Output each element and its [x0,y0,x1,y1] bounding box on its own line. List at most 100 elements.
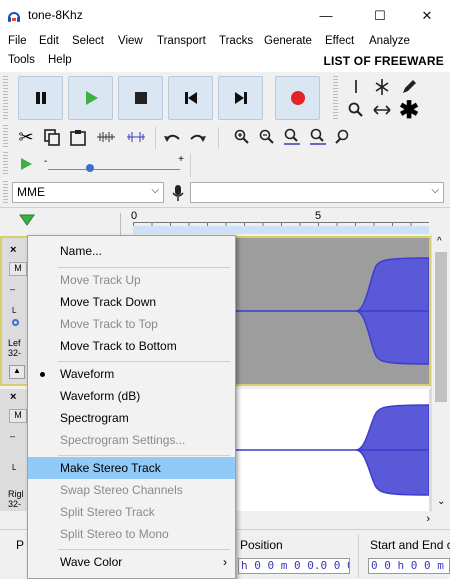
menu-item-wave-color[interactable]: Wave Color › [28,551,235,573]
chevron-down-icon: ⌵ [151,185,159,196]
menu-view[interactable]: View [118,35,143,47]
scroll-down-icon[interactable]: ⌄ [437,496,445,507]
close-button[interactable]: ✕ [407,5,447,27]
menu-effect[interactable]: Effect [325,35,354,47]
menu-item-label: Name... [60,244,103,258]
toolbar-grip[interactable] [3,76,8,120]
zoom-toggle-button[interactable] [332,126,356,148]
track-close-button[interactable]: × [10,391,16,403]
paste-button[interactable] [66,126,90,148]
selection-tool[interactable]: I [344,76,368,98]
redo-button[interactable] [186,126,210,148]
ruler-tick-0: 0 [131,210,138,222]
menu-item-make-stereo-track[interactable]: Make Stereo Track [28,457,235,479]
slider-thumb[interactable] [86,164,94,172]
toolbar-separator [190,153,191,177]
menu-item-move-track-down[interactable]: Move Track Down [28,291,235,313]
menu-generate[interactable]: Generate [264,35,312,47]
double-arrow-icon [373,105,391,115]
menu-item-label: Move Track Up [60,273,141,287]
menu-item-split-stereo-track[interactable]: Split Stereo Track [28,501,235,523]
menu-item-swap-stereo-channels[interactable]: Swap Stereo Channels [28,479,235,501]
menu-item-name[interactable]: Name... [28,240,235,262]
menu-tracks[interactable]: Tracks [219,35,253,47]
skip-to-end-button[interactable] [218,76,263,120]
audio-position-field[interactable]: h 0 0 m 0 0.0 0 0 s [238,558,350,574]
envelope-tool[interactable] [370,76,394,98]
scroll-up-icon[interactable]: ^ [437,236,442,247]
play-button[interactable] [68,76,113,120]
gain-slider[interactable]: – [10,431,15,441]
track-1-waveform[interactable] [236,238,430,384]
vertical-scrollbar[interactable]: ^ ⌄ [431,234,450,512]
skip-to-start-button[interactable] [168,76,213,120]
time-shift-tool[interactable] [370,99,394,121]
horizontal-scrollbar[interactable]: › [236,512,450,529]
menu-tools[interactable]: Tools [8,54,35,66]
fit-project-button[interactable] [306,126,330,148]
selection-start-field[interactable]: 0 0 h 0 0 m 0 [368,558,450,574]
project-rate-label: P [16,538,25,552]
window-title: tone-8Khz [28,8,83,22]
play-at-speed-button[interactable] [14,153,38,175]
gain-slider[interactable]: – [10,284,15,294]
timeline-ruler[interactable]: 0 5 [0,207,450,235]
skip-end-icon [234,92,247,104]
zoom-tool[interactable] [344,99,368,121]
menu-item-move-track-to-top[interactable]: Move Track to Top [28,313,235,335]
pause-button[interactable] [18,76,63,120]
audio-host-select[interactable]: MME ⌵ [12,182,164,203]
playback-speed-slider[interactable]: - + [44,154,184,172]
mute-button[interactable]: M [9,262,27,276]
cut-button[interactable]: ✂ [14,126,38,148]
menu-item-waveform-db[interactable]: Waveform (dB) [28,385,235,407]
minimize-button[interactable]: — [306,5,346,27]
copy-button[interactable] [40,126,64,148]
track-2-waveform[interactable] [236,389,430,511]
silence-button[interactable] [124,126,148,148]
menu-transport[interactable]: Transport [157,35,206,47]
skip-start-icon [184,92,197,104]
menu-item-split-stereo-to-mono[interactable]: Split Stereo to Mono [28,523,235,545]
multi-tool[interactable]: ✱ [397,97,421,124]
zoom-out-button[interactable] [255,126,279,148]
scrollbar-thumb[interactable] [435,252,447,402]
undo-button[interactable] [160,126,184,148]
menu-item-label: Split Stereo Track [60,505,155,519]
zoom-out-icon [259,129,274,144]
ruler-selection [133,226,429,234]
menu-select[interactable]: Select [72,35,104,47]
slider-min-mark: - [44,156,48,167]
fit-selection-button[interactable] [280,126,304,148]
menu-item-move-track-to-bottom[interactable]: Move Track to Bottom [28,335,235,357]
menu-item-spectrogram[interactable]: Spectrogram [28,407,235,429]
speed-grip[interactable] [3,152,8,176]
track-context-menu: Name... Move Track Up Move Track Down Mo… [27,235,236,579]
menu-file[interactable]: File [8,35,27,47]
tools-grip[interactable] [333,76,338,120]
menu-edit[interactable]: Edit [39,35,59,47]
zoom-in-button[interactable] [230,126,254,148]
trim-button[interactable] [94,126,118,148]
device-grip[interactable] [3,181,8,203]
edit-grip[interactable] [3,125,8,149]
mute-button[interactable]: M [9,409,27,423]
pan-label: L [12,306,17,315]
track-1-controls: × M – L Lef 32- ▲ [8,244,27,384]
pan-knob[interactable] [12,319,19,326]
menu-help[interactable]: Help [48,54,72,66]
collapse-track-button[interactable]: ▲ [9,365,25,379]
menu-item-waveform[interactable]: Waveform [28,363,235,385]
menu-analyze[interactable]: Analyze [369,35,410,47]
track-close-button[interactable]: × [10,244,16,256]
record-button[interactable] [275,76,320,120]
zoom-in-icon [234,129,249,144]
menu-item-label: Waveform (dB) [60,389,141,403]
menu-item-move-track-up[interactable]: Move Track Up [28,269,235,291]
stop-button[interactable] [118,76,163,120]
recording-device-select[interactable]: ⌵ [190,182,444,203]
scroll-right-icon[interactable]: › [426,513,430,525]
menu-item-spectrogram-settings[interactable]: Spectrogram Settings... [28,429,235,451]
audio-host-value: MME [17,185,45,199]
maximize-button[interactable]: ☐ [360,5,400,27]
